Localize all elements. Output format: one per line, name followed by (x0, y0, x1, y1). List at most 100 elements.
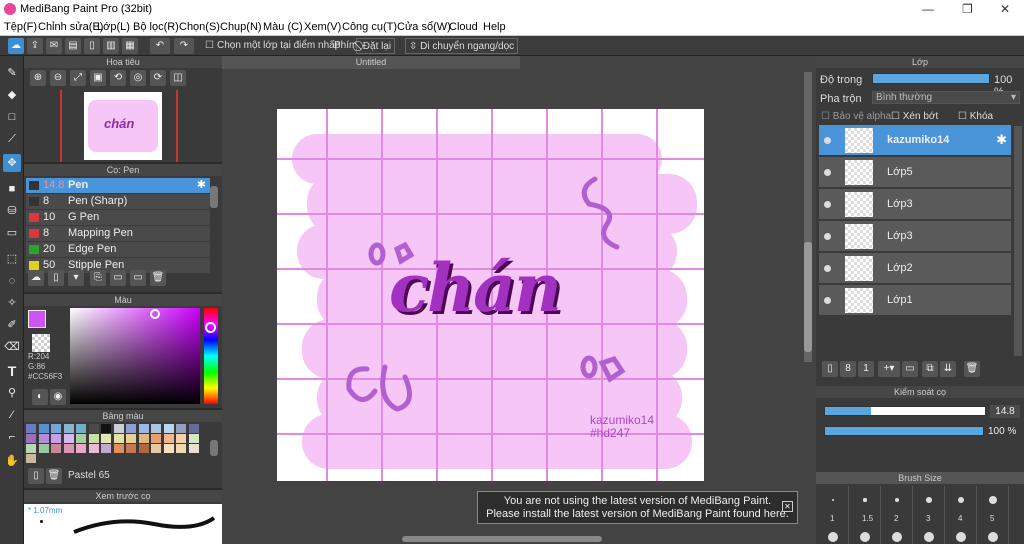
menu-select[interactable]: Chọn(S) (179, 21, 220, 33)
brush-cloud-icon[interactable]: ☁ (28, 270, 44, 286)
menu-view[interactable]: Xem(V) (304, 21, 341, 33)
select-layer-checkbox[interactable]: ☐ (205, 38, 214, 54)
fill-rect-tool-icon[interactable]: ■ (3, 180, 21, 198)
palette-swatch[interactable] (138, 434, 149, 443)
palette-swatch[interactable] (76, 444, 86, 453)
palette-swatch[interactable] (26, 434, 36, 443)
protect-alpha-checkbox[interactable]: ☐ Bảo vệ alpha (821, 111, 891, 122)
zoom-in-icon[interactable]: ⊕ (30, 70, 46, 86)
eraser-tool-icon[interactable]: ◆ (3, 86, 21, 104)
notification-close-icon[interactable]: ✕ (782, 501, 793, 512)
palette-swatch[interactable] (151, 434, 161, 443)
palette-swatch[interactable] (88, 434, 99, 443)
palette-swatch[interactable] (138, 444, 149, 453)
palette-swatch[interactable] (63, 444, 74, 453)
lock-checkbox[interactable]: ☐ Khóa (958, 111, 993, 122)
palette-swatch[interactable] (188, 434, 199, 443)
redo-icon[interactable]: ↷ (174, 38, 194, 54)
palette-swatch[interactable] (76, 434, 86, 443)
palette-swatch[interactable] (151, 444, 161, 453)
canvas-vscroll-thumb[interactable] (804, 242, 812, 352)
duplicate-layer-icon[interactable]: ⧉ (922, 361, 938, 377)
menu-filter[interactable]: Bộ lọc(R) (133, 21, 179, 33)
canvas-vscroll-track[interactable] (804, 72, 812, 362)
palette-swatch[interactable] (101, 424, 111, 433)
palette-swatch[interactable] (176, 444, 186, 453)
palette-swatch[interactable] (176, 434, 186, 443)
eye-icon[interactable] (824, 201, 831, 208)
menu-window[interactable]: Cửa sổ(W) (397, 21, 451, 33)
palette-scrollbar[interactable] (210, 440, 218, 456)
fit-icon[interactable]: ⤢ (70, 70, 86, 86)
text-tool-icon[interactable]: T (3, 362, 21, 380)
select-eraser-icon[interactable]: ⌫ (3, 338, 21, 356)
merge-layer-icon[interactable]: ⇊ (940, 361, 956, 377)
share-icon[interactable]: ⇪ (27, 38, 43, 54)
flip-icon[interactable]: ◫ (170, 70, 186, 86)
undo-icon[interactable]: ↶ (150, 38, 170, 54)
layer-item[interactable]: kazumiko14 ✱ (819, 125, 1011, 156)
dropper2-icon[interactable]: ⌐ (3, 428, 21, 446)
menu-help[interactable]: Help (483, 21, 506, 33)
brush-menu-icon[interactable]: ▾ (68, 270, 84, 286)
palette-swatch[interactable] (188, 444, 199, 453)
reset-button[interactable]: ⃠ Đặt lại (356, 38, 396, 54)
brush-copy-icon[interactable]: ⎘ (90, 270, 106, 286)
foreground-color-swatch[interactable] (28, 310, 46, 328)
brush-tool-icon[interactable]: ✎ (3, 64, 21, 82)
eye-icon[interactable] (824, 265, 831, 272)
palette-swatch[interactable] (113, 434, 124, 443)
minimize-icon[interactable]: — (922, 2, 934, 16)
palette-swatch[interactable] (38, 444, 49, 453)
palette-swatch[interactable] (126, 444, 136, 453)
palette-swatch[interactable] (188, 424, 199, 433)
palette-swatch[interactable] (26, 444, 36, 453)
color-picker-icon[interactable]: ◉ (50, 389, 66, 405)
menu-layer[interactable]: Lớp(L) (97, 21, 130, 33)
palette-swatch[interactable] (63, 424, 74, 433)
actual-size-icon[interactable]: ▣ (90, 70, 106, 86)
bucket-tool-icon[interactable]: ⛁ (3, 202, 21, 220)
menu-edit[interactable]: Chỉnh sửa(E) (38, 21, 103, 33)
palette-swatch[interactable] (126, 424, 136, 433)
brush-size-cell[interactable]: 5 (978, 486, 1009, 544)
menu-capture[interactable]: Chụp(N) (220, 21, 262, 33)
palette-swatch[interactable] (163, 424, 174, 433)
menu-tools[interactable]: Công cụ(T) (342, 21, 397, 33)
clipping-checkbox[interactable]: ☐ Xén bớt (891, 111, 938, 122)
line-tool-icon[interactable]: ⟋ (3, 130, 21, 148)
layer-item[interactable]: Lớp5 (819, 157, 1011, 188)
close-icon[interactable]: ✕ (1000, 2, 1010, 16)
palette-swatch[interactable] (88, 424, 99, 433)
layer-item[interactable]: Lớp1 (819, 285, 1011, 316)
navigator-preview[interactable]: chán (24, 90, 222, 162)
canvas-hscroll-thumb[interactable] (402, 536, 602, 542)
eye-icon[interactable] (824, 233, 831, 240)
grid-icon[interactable]: ▦ (122, 38, 138, 54)
palette-swatch[interactable] (151, 424, 161, 433)
palette-swatch[interactable] (38, 434, 49, 443)
zoom-out-icon[interactable]: ⊖ (50, 70, 66, 86)
select-rect-icon[interactable]: ⬚ (3, 250, 21, 268)
brush-folder2-icon[interactable]: ▭ (130, 270, 146, 286)
move-hv-button[interactable]: ⇳ Di chuyển ngang/dọc (405, 38, 519, 54)
palette-swatch[interactable] (88, 444, 99, 453)
eye-icon[interactable] (824, 169, 831, 176)
eyedropper-icon[interactable]: ⁄ (3, 406, 21, 424)
palette-swatch[interactable] (163, 444, 174, 453)
palette-swatch[interactable] (38, 424, 49, 433)
palette-swatch[interactable] (51, 434, 61, 443)
brush-size-value[interactable]: 14.8 (990, 405, 1020, 418)
document-canvas[interactable]: chán kazumiko14 #hd247 (277, 109, 704, 481)
gear-icon[interactable]: ✱ (197, 178, 206, 193)
rect-tool-icon[interactable]: □ (3, 108, 21, 126)
brush-size-cell[interactable]: 1 (818, 486, 849, 544)
gradient-tool-icon[interactable]: ▭ (3, 224, 21, 242)
brush-size-slider[interactable] (824, 406, 986, 416)
chat-icon[interactable]: ▤ (65, 38, 81, 54)
eye-icon[interactable] (824, 137, 831, 144)
palette-swatch[interactable] (113, 424, 124, 433)
brush-size-cell[interactable]: 2 (882, 486, 913, 544)
delete-layer-icon[interactable]: 🗑 (964, 361, 980, 377)
rotate-right-icon[interactable]: ⟳ (150, 70, 166, 86)
